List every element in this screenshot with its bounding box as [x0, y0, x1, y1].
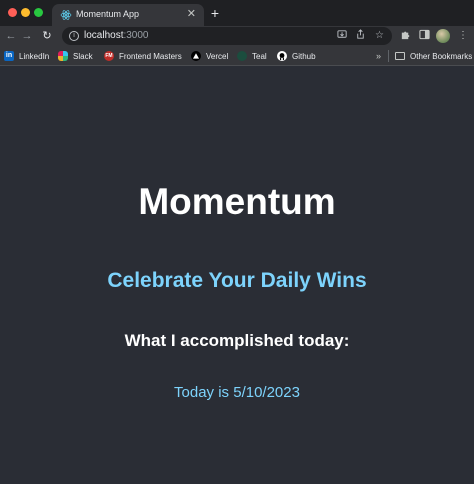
address-url[interactable]: localhost:3000 [84, 30, 149, 41]
today-date: Today is 5/10/2023 [174, 384, 300, 401]
install-app-icon[interactable] [336, 29, 349, 42]
vercel-icon [191, 51, 201, 61]
bookmark-frontend-masters[interactable]: FM Frontend Masters [104, 49, 182, 63]
side-panel-icon[interactable] [417, 29, 431, 43]
back-button[interactable]: ← [4, 29, 18, 43]
react-icon [60, 10, 72, 20]
browser-menu-icon[interactable]: ⋮ [456, 29, 470, 43]
close-window-button[interactable] [8, 8, 17, 17]
maximize-window-button[interactable] [34, 8, 43, 17]
profile-avatar[interactable] [436, 29, 450, 43]
app-page: Momentum Celebrate Your Daily Wins What … [0, 67, 474, 484]
page-subtitle: Celebrate Your Daily Wins [107, 269, 367, 292]
bookmark-slack[interactable]: Slack [58, 49, 93, 63]
share-icon[interactable] [354, 29, 367, 42]
bookmark-github[interactable]: Github [277, 49, 316, 63]
bookmark-vercel[interactable]: Vercel [191, 49, 228, 63]
accomplished-heading: What I accomplished today: [124, 331, 350, 350]
github-icon [277, 51, 287, 61]
extensions-icon[interactable] [398, 29, 412, 43]
bookmarks-divider [388, 50, 389, 62]
browser-toolbar: ← → ↻ i localhost:3000 ☆ ⋮ [0, 26, 474, 46]
address-bar[interactable]: i localhost:3000 ☆ [62, 27, 392, 45]
site-info-icon[interactable]: i [69, 31, 79, 41]
bookmark-teal[interactable]: Teal [237, 49, 267, 63]
reload-button[interactable]: ↻ [40, 29, 54, 43]
other-bookmarks-folder[interactable]: Other Bookmarks [395, 49, 472, 63]
bookmark-star-icon[interactable]: ☆ [373, 29, 386, 42]
minimize-window-button[interactable] [21, 8, 30, 17]
frontend-masters-icon: FM [104, 51, 114, 61]
forward-button[interactable]: → [20, 29, 34, 43]
tab-title: Momentum App [76, 9, 140, 19]
bookmarks-bar: in LinkedIn Slack FM Frontend Masters Ve… [0, 46, 474, 66]
folder-icon [395, 52, 405, 60]
tab-momentum-app[interactable]: Momentum App ✕ [52, 4, 204, 26]
page-title: Momentum [138, 181, 336, 222]
slack-icon [58, 51, 68, 61]
tab-strip: Momentum App ✕ + [0, 0, 474, 26]
linkedin-icon: in [4, 51, 14, 61]
new-tab-button[interactable]: + [208, 4, 222, 22]
tab-close-icon[interactable]: ✕ [187, 7, 196, 21]
bookmark-linkedin[interactable]: in LinkedIn [4, 49, 49, 63]
teal-icon [237, 51, 247, 61]
bookmarks-overflow-button[interactable]: » [376, 49, 381, 63]
